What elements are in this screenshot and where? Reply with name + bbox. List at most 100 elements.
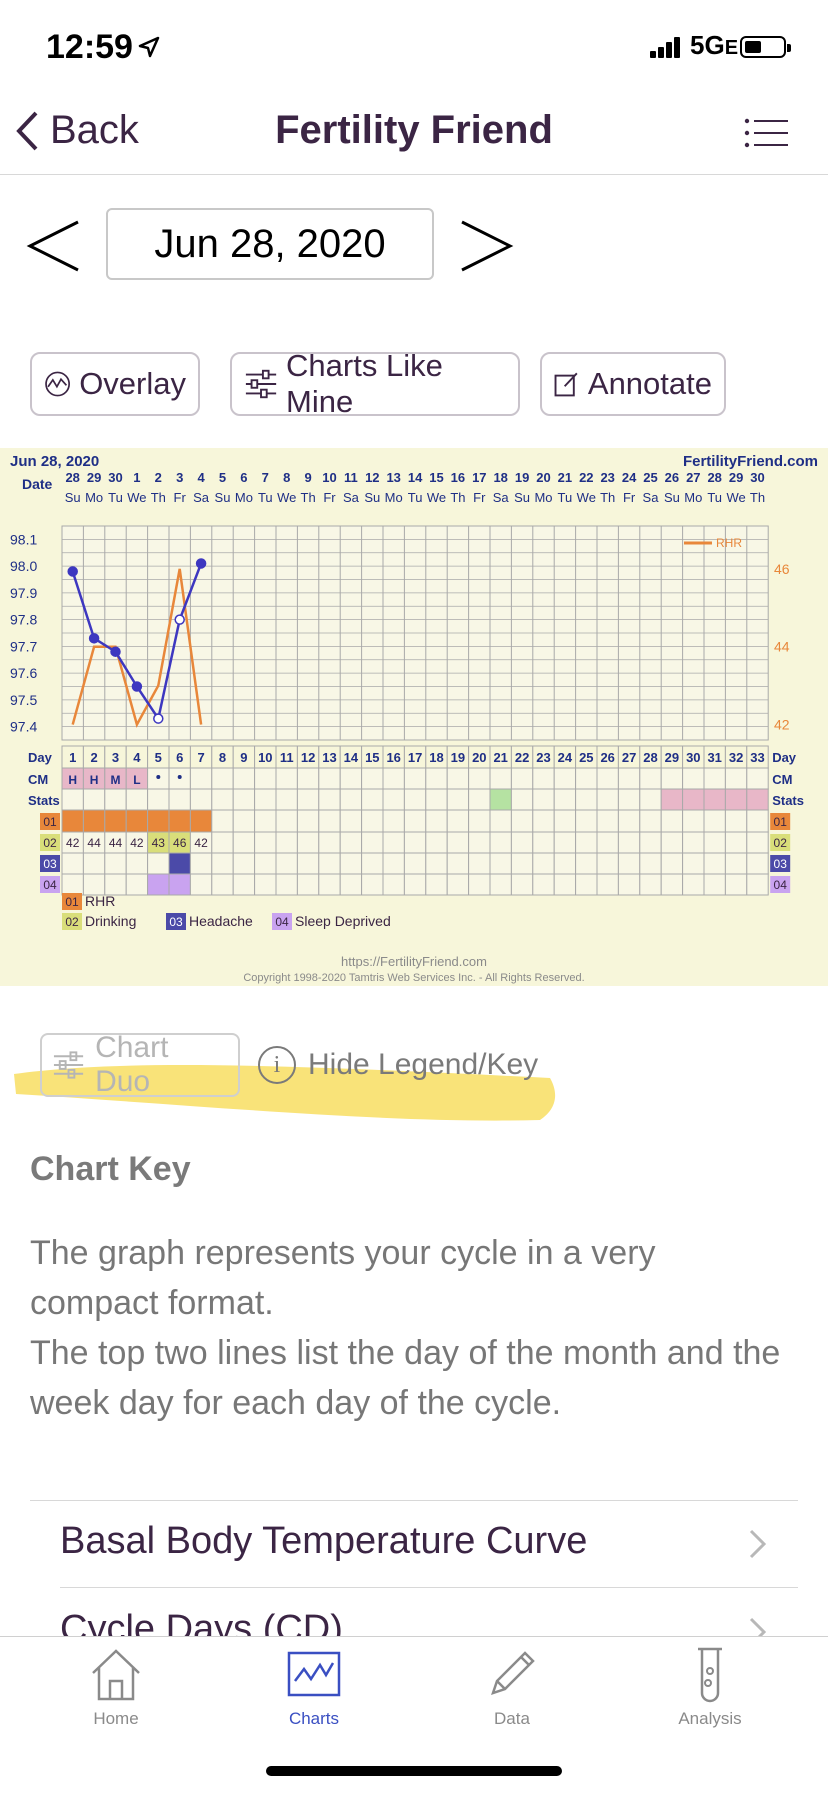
legend-rhr-label: RHR <box>716 536 742 550</box>
date-number: 30 <box>108 470 122 485</box>
table-cell <box>553 873 577 896</box>
cm-value: M <box>111 773 121 787</box>
temperature-point <box>174 614 185 625</box>
table-cell <box>254 873 277 896</box>
stat-code-label: 04 <box>43 878 57 892</box>
day-number: 33 <box>750 750 764 765</box>
date-number: 9 <box>304 470 311 485</box>
table-cell <box>682 788 705 811</box>
table-cell <box>703 767 726 790</box>
date-number: 16 <box>451 470 465 485</box>
table-cell <box>639 831 662 854</box>
date-number: 24 <box>622 470 637 485</box>
previous-date-arrow-icon[interactable] <box>26 218 82 274</box>
table-cell <box>510 873 534 896</box>
table-cell <box>425 852 448 875</box>
back-label: Back <box>50 108 139 152</box>
weekday-label: We <box>427 490 446 505</box>
legend-code: 03 <box>169 915 183 929</box>
day-number: 29 <box>665 750 679 765</box>
info-icon: i <box>258 1046 296 1084</box>
back-button[interactable]: Back <box>14 108 139 153</box>
home-indicator <box>266 1766 562 1776</box>
legend-item-label: RHR <box>85 893 115 909</box>
table-cell <box>425 809 448 833</box>
list-divider <box>60 1587 798 1588</box>
date-field[interactable]: Jun 28, 2020 <box>106 208 434 280</box>
table-cell <box>254 831 277 854</box>
tab-home[interactable]: Home <box>36 1645 196 1729</box>
status-time: 12:59 <box>46 28 133 66</box>
table-cell <box>425 788 448 811</box>
tab-data[interactable]: Data <box>432 1645 592 1729</box>
weekday-label: Fr <box>323 490 336 505</box>
table-cell <box>639 767 662 790</box>
tab-charts[interactable]: Charts <box>234 1645 394 1729</box>
overlay-button[interactable]: Overlay <box>30 352 200 416</box>
table-cell <box>189 873 213 896</box>
table-cell <box>468 767 491 790</box>
network-indicator: 5GE <box>690 30 739 60</box>
weekday-label: Tu <box>108 490 123 505</box>
table-cell <box>318 831 341 854</box>
annotate-button[interactable]: Annotate <box>540 352 726 416</box>
list-item-bbt-curve[interactable]: Basal Body Temperature Curve <box>60 1520 587 1563</box>
table-cell <box>724 831 748 854</box>
table-cell <box>296 788 320 811</box>
date-number: 5 <box>219 470 226 485</box>
table-cell <box>168 873 191 896</box>
table-cell <box>532 809 555 833</box>
table-cell <box>403 809 427 833</box>
table-cell <box>147 852 170 875</box>
table-cell <box>61 873 84 896</box>
date-number: 23 <box>600 470 614 485</box>
tab-analysis[interactable]: Analysis <box>630 1645 790 1729</box>
annotate-label: Annotate <box>587 366 712 401</box>
temperature-point <box>153 713 164 724</box>
table-cell <box>489 852 512 875</box>
sliders-icon <box>53 1051 84 1079</box>
next-date-arrow-icon[interactable] <box>458 218 514 274</box>
day-number: 32 <box>729 750 743 765</box>
table-cell <box>361 767 384 790</box>
list-menu-icon[interactable] <box>744 118 790 148</box>
charts-like-mine-label: Charts Like Mine <box>286 348 443 419</box>
row-label-right: Day <box>772 750 797 765</box>
date-number: 25 <box>643 470 657 485</box>
charts-like-mine-button[interactable]: Charts Like Mine <box>230 348 520 419</box>
table-cell <box>232 873 256 896</box>
table-cell <box>468 873 491 896</box>
date-number: 15 <box>429 470 443 485</box>
stat-code-label-right: 04 <box>774 878 788 892</box>
table-cell <box>489 831 512 854</box>
table-cell <box>296 873 320 896</box>
table-cell <box>489 767 512 790</box>
y-tick-label-right: 46 <box>774 561 790 577</box>
table-cell <box>532 767 555 790</box>
y-tick-label: 97.7 <box>10 638 37 654</box>
table-cell <box>575 873 598 896</box>
table-cell <box>296 809 320 833</box>
table-cell <box>232 852 256 875</box>
table-cell <box>446 852 470 875</box>
test-tube-icon <box>698 1647 722 1703</box>
table-cell <box>318 809 341 833</box>
table-cell <box>682 852 705 875</box>
signal-icon <box>650 37 680 58</box>
weekday-label: Sa <box>343 490 360 505</box>
cm-dot <box>156 775 161 779</box>
table-cell <box>575 809 598 833</box>
day-number: 30 <box>686 750 700 765</box>
legend-item-label: Sleep Deprived <box>295 913 391 929</box>
weekday-label: Mo <box>385 490 403 505</box>
table-cell <box>510 788 534 811</box>
legend-code: 04 <box>275 915 289 929</box>
table-cell <box>189 767 213 790</box>
hide-legend-toggle[interactable]: i Hide Legend/Key <box>258 1046 538 1084</box>
table-cell <box>468 788 491 811</box>
weekday-label: Tu <box>558 490 573 505</box>
table-cell <box>617 852 641 875</box>
date-number: 22 <box>579 470 593 485</box>
chart-duo-button[interactable]: Chart Duo <box>40 1031 240 1098</box>
day-number: 27 <box>622 750 636 765</box>
